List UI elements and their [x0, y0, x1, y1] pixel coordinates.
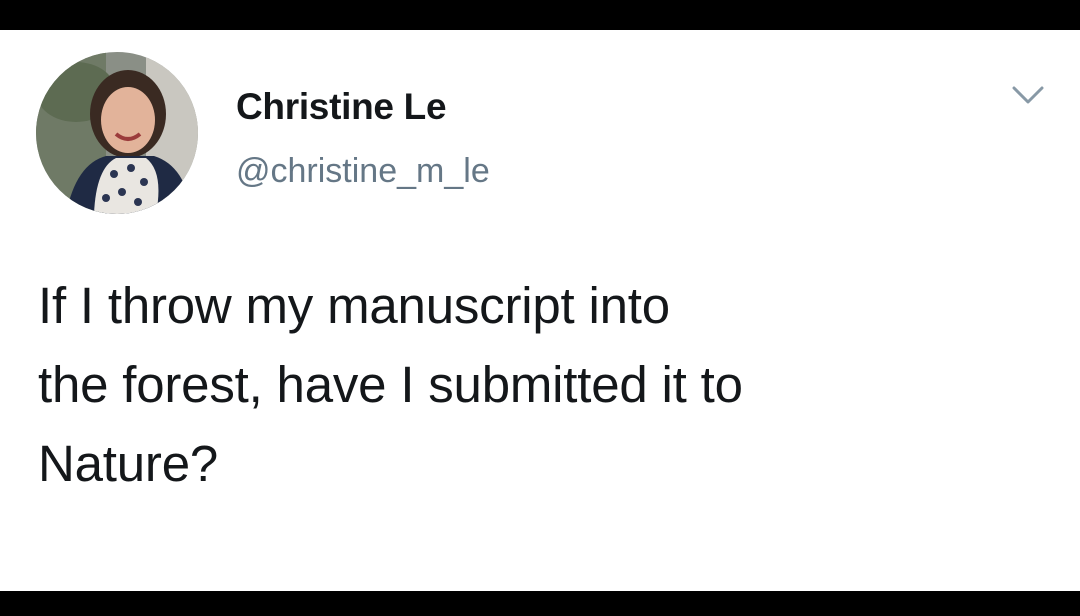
- letterbox-bottom: [0, 591, 1080, 616]
- screenshot-frame: Christine Le @christine_m_le If I throw …: [0, 0, 1080, 616]
- tweet-menu-button[interactable]: [1008, 80, 1048, 110]
- tweet-text-line: Nature?: [38, 435, 219, 492]
- tweet-card: Christine Le @christine_m_le If I throw …: [0, 30, 1080, 591]
- tweet-text-line: the forest, have I submitted it to: [38, 356, 743, 413]
- author-handle[interactable]: @christine_m_le: [236, 152, 490, 191]
- chevron-down-icon: [1012, 86, 1044, 104]
- avatar-photo-icon: [36, 52, 198, 214]
- tweet-body: If I throw my manuscript into the forest…: [38, 266, 1038, 503]
- author-avatar[interactable]: [36, 52, 198, 214]
- tweet-text-line: If I throw my manuscript into: [38, 277, 670, 334]
- letterbox-top: [0, 0, 1080, 30]
- author-name[interactable]: Christine Le: [236, 86, 447, 128]
